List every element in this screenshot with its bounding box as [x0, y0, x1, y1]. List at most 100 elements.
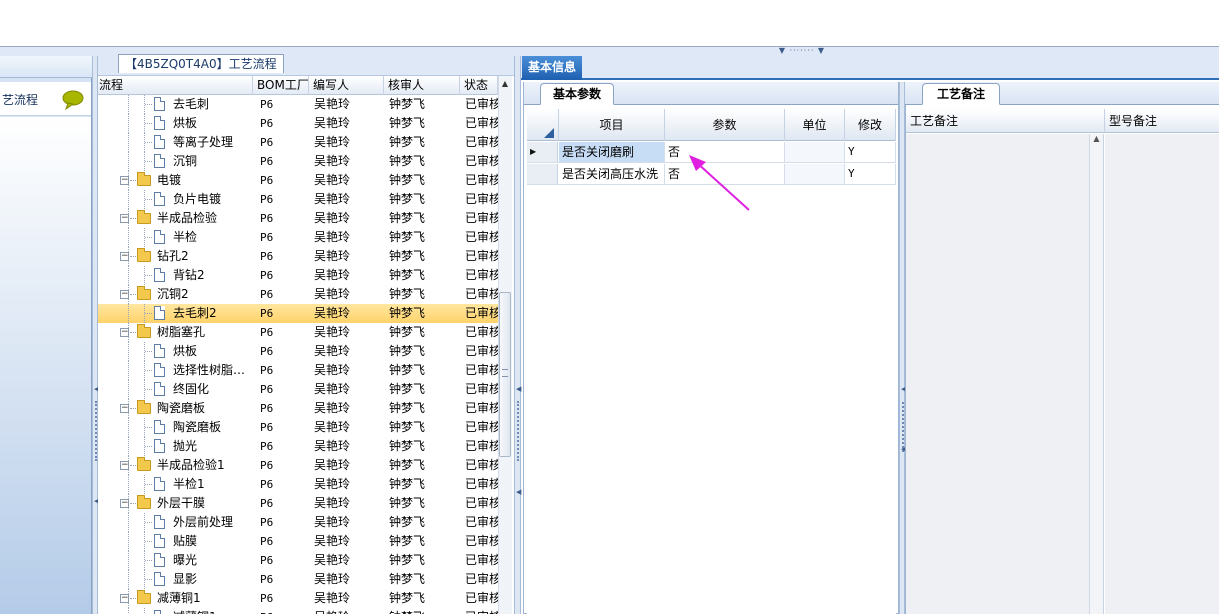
status-cell: 已审核	[465, 306, 498, 320]
collapse-node-icon[interactable]: −	[120, 176, 129, 185]
collapse-node-icon[interactable]: −	[120, 594, 129, 603]
tree-row[interactable]: − 电镀 P6 吴艳玲 钟梦飞 已审核	[98, 171, 498, 190]
param-modified-cell[interactable]: Y	[845, 142, 896, 162]
tree-row[interactable]: 去毛刺2 P6 吴艳玲 钟梦飞 已审核	[98, 304, 498, 323]
column-header-author[interactable]: 编写人	[309, 76, 384, 95]
column-header-status[interactable]: 状态	[460, 76, 498, 95]
middle-vertical-splitter[interactable]: ◀ ◀	[514, 56, 521, 614]
tree-row[interactable]: 终固化 P6 吴艳玲 钟梦飞 已审核	[98, 380, 498, 399]
current-row-indicator-icon[interactable]: ▶	[527, 142, 558, 162]
column-header-process-notes[interactable]: 工艺备注	[906, 109, 1105, 133]
param-item-cell[interactable]: 是否关闭磨刷	[559, 142, 665, 162]
tree-row[interactable]: − 钻孔2 P6 吴艳玲 钟梦飞 已审核	[98, 247, 498, 266]
reviewer-cell: 钟梦飞	[389, 553, 426, 567]
tree-connector-line	[128, 551, 129, 570]
tree-row[interactable]: 陶瓷磨板 P6 吴艳玲 钟梦飞 已审核	[98, 418, 498, 437]
column-header-item[interactable]: 项目	[559, 109, 665, 141]
process-tree-grid[interactable]: 流程 BOM工厂 编写人 核审人 状态 去毛刺 P6 吴艳玲 钟梦飞 已审核 烘板 P6 吴艳…	[98, 76, 498, 614]
collapse-node-icon[interactable]: −	[120, 328, 129, 337]
column-header-unit[interactable]: 单位	[785, 109, 845, 141]
author-cell: 吴艳玲	[314, 458, 351, 472]
column-header-modified[interactable]: 修改	[845, 109, 896, 141]
tree-connector-line	[145, 142, 152, 143]
tree-row[interactable]: − 沉铜2 P6 吴艳玲 钟梦飞 已审核	[98, 285, 498, 304]
notes-scrollbar[interactable]: ▲	[1089, 134, 1104, 614]
reviewer-cell: 钟梦飞	[389, 97, 426, 111]
bom-factory-cell: P6	[260, 573, 274, 586]
tab-basic-info[interactable]: 基本信息	[522, 56, 583, 80]
collapse-node-icon[interactable]: −	[120, 404, 129, 413]
speech-bubble-icon[interactable]	[60, 90, 84, 110]
tree-row[interactable]: 去毛刺 P6 吴艳玲 钟梦飞 已审核	[98, 95, 498, 114]
column-header-model-notes[interactable]: 型号备注	[1105, 109, 1219, 133]
tree-row[interactable]: − 外层干膜 P6 吴艳玲 钟梦飞 已审核	[98, 494, 498, 513]
tree-row[interactable]: − 陶瓷磨板 P6 吴艳玲 钟梦飞 已审核	[98, 399, 498, 418]
column-header-param[interactable]: 参数	[665, 109, 785, 141]
collapse-node-icon[interactable]: −	[120, 214, 129, 223]
author-cell: 吴艳玲	[314, 572, 351, 586]
tree-row[interactable]: − 减薄铜1 P6 吴艳玲 钟梦飞 已审核	[98, 589, 498, 608]
tree-row[interactable]: − 半成品检验1 P6 吴艳玲 钟梦飞 已审核	[98, 456, 498, 475]
column-header-reviewer[interactable]: 核审人	[384, 76, 460, 95]
tree-row[interactable]: 选择性树脂… P6 吴艳玲 钟梦飞 已审核	[98, 361, 498, 380]
bom-factory-cell: P6	[260, 136, 274, 149]
splitter-grip-icon[interactable]	[517, 401, 519, 461]
tree-row[interactable]: 外层前处理 P6 吴艳玲 钟梦飞 已审核	[98, 513, 498, 532]
status-cell: 已审核	[465, 534, 498, 548]
tree-node-label: 显影	[173, 572, 198, 586]
param-unit-cell[interactable]	[785, 164, 845, 184]
tree-connector-line	[145, 522, 152, 523]
splitter-grip-icon[interactable]: ▼ ······· ▼	[768, 47, 836, 55]
tree-row[interactable]: 负片电镀 P6 吴艳玲 钟梦飞 已审核	[98, 190, 498, 209]
tree-row[interactable]: 烘板 P6 吴艳玲 钟梦飞 已审核	[98, 342, 498, 361]
tree-row[interactable]: 半检 P6 吴艳玲 钟梦飞 已审核	[98, 228, 498, 247]
tree-row[interactable]: 曝光 P6 吴艳玲 钟梦飞 已审核	[98, 551, 498, 570]
tree-row[interactable]: 半检1 P6 吴艳玲 钟梦飞 已审核	[98, 475, 498, 494]
tree-row[interactable]: 烘板 P6 吴艳玲 钟梦飞 已审核	[98, 114, 498, 133]
reviewer-cell: 钟梦飞	[389, 534, 426, 548]
tree-row[interactable]: − 半成品检验 P6 吴艳玲 钟梦飞 已审核	[98, 209, 498, 228]
status-cell: 已审核	[465, 458, 498, 472]
splitter-grip-icon[interactable]	[95, 401, 97, 461]
tree-row[interactable]: 显影 P6 吴艳玲 钟梦飞 已审核	[98, 570, 498, 589]
collapse-node-icon[interactable]: −	[120, 461, 129, 470]
tree-connector-line	[145, 275, 152, 276]
column-header-process[interactable]: 流程	[98, 76, 253, 95]
tree-row[interactable]: 等离子处理 P6 吴艳玲 钟梦飞 已审核	[98, 133, 498, 152]
select-all-icon[interactable]	[544, 128, 554, 138]
collapse-node-icon[interactable]: −	[120, 290, 129, 299]
reviewer-cell: 钟梦飞	[389, 363, 426, 377]
scroll-up-arrow-icon[interactable]: ▲	[498, 77, 512, 91]
scroll-up-arrow-icon[interactable]: ▲	[1093, 134, 1099, 143]
reviewer-cell: 钟梦飞	[389, 116, 426, 130]
tree-node-label: 去毛刺2	[173, 306, 217, 320]
bom-factory-cell: P6	[260, 250, 274, 263]
tree-row[interactable]: 减薄铜1 P6吴艳玲钟梦飞已审核	[98, 608, 498, 614]
left-nav-item-label[interactable]: 艺流程	[2, 91, 38, 108]
tree-row[interactable]: 贴膜 P6 吴艳玲 钟梦飞 已审核	[98, 532, 498, 551]
tree-row[interactable]: 背钻2 P6 吴艳玲 钟梦飞 已审核	[98, 266, 498, 285]
process-notes-textarea[interactable]	[906, 134, 1089, 614]
param-unit-cell[interactable]	[785, 142, 845, 162]
param-item-cell[interactable]: 是否关闭高压水洗	[559, 164, 665, 184]
author-cell: 吴艳玲	[314, 135, 351, 149]
model-notes-textarea[interactable]	[1105, 134, 1219, 614]
collapse-node-icon[interactable]: −	[120, 499, 129, 508]
column-header-bom-factory[interactable]: BOM工厂	[253, 76, 309, 95]
row-header-corner[interactable]	[527, 109, 559, 141]
param-modified-cell[interactable]: Y	[845, 164, 896, 184]
tree-row[interactable]: 沉铜 P6 吴艳玲 钟梦飞 已审核	[98, 152, 498, 171]
author-cell: 吴艳玲	[314, 173, 351, 187]
collapse-node-icon[interactable]: −	[120, 252, 129, 261]
tree-connector-line	[128, 570, 129, 589]
reviewer-cell: 钟梦飞	[389, 230, 426, 244]
tab-basic-params[interactable]: 基本参数	[540, 83, 615, 105]
row-header[interactable]	[527, 164, 558, 184]
tab-process-notes[interactable]: 工艺备注	[922, 83, 1001, 105]
params-grid-header: 项目 参数 单位 修改	[527, 109, 896, 141]
collapse-left-icon[interactable]: ◀	[516, 489, 521, 496]
tree-row[interactable]: − 树脂塞孔 P6 吴艳玲 钟梦飞 已审核	[98, 323, 498, 342]
tree-connector-line	[145, 560, 152, 561]
tree-row[interactable]: 抛光 P6 吴艳玲 钟梦飞 已审核	[98, 437, 498, 456]
collapse-left-icon[interactable]: ◀	[516, 386, 521, 393]
